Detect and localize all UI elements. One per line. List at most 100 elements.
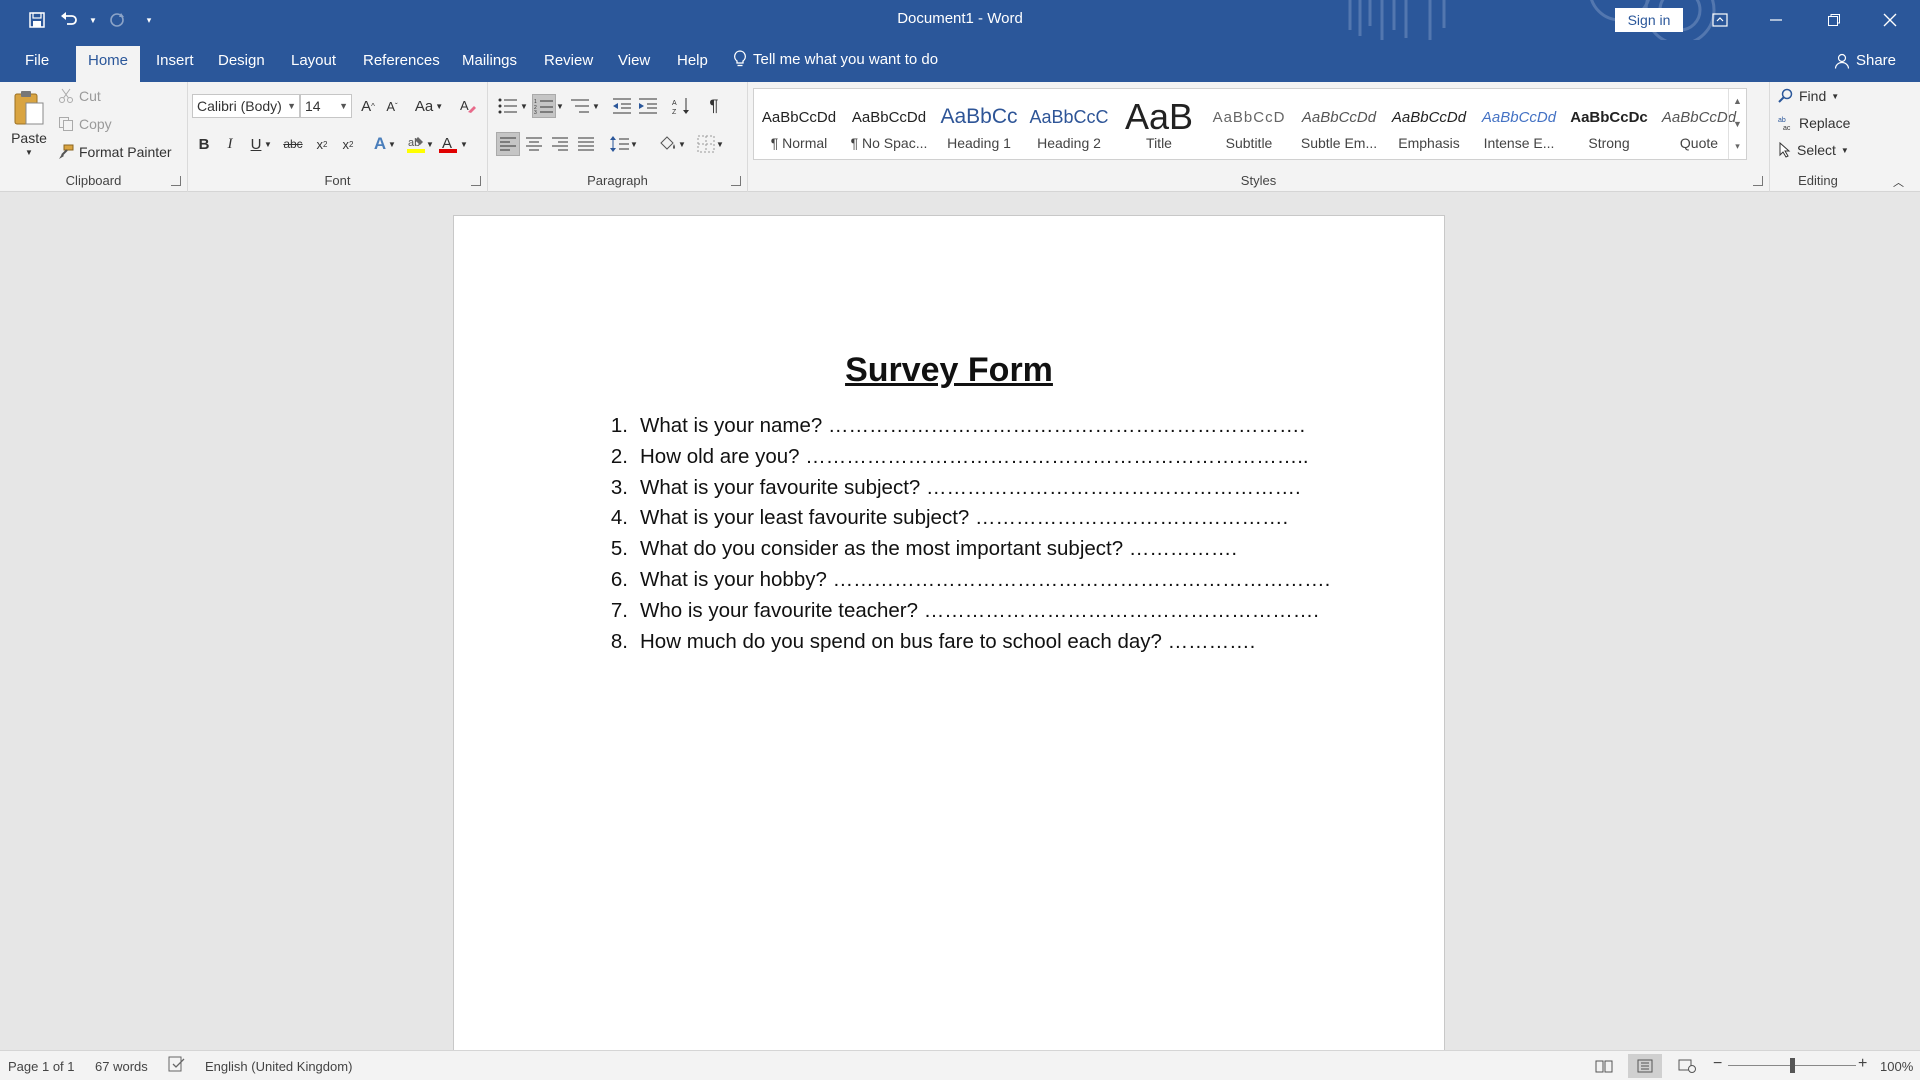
style-emphasis[interactable]: AaBbCcDd Emphasis <box>1384 89 1474 159</box>
style-intense-emphasis[interactable]: AaBbCcDd Intense E... <box>1474 89 1564 159</box>
text-effects-dropdown-icon[interactable]: ▼ <box>386 132 398 156</box>
style-subtitle[interactable]: AaBbCcD Subtitle <box>1204 89 1294 159</box>
read-mode-icon[interactable] <box>1587 1054 1621 1078</box>
paragraph-dialog-launcher[interactable] <box>731 176 741 186</box>
gallery-down-icon[interactable]: ▼ <box>1729 112 1746 135</box>
tab-home[interactable]: Home <box>76 46 141 82</box>
cut-button[interactable]: Cut <box>58 88 101 104</box>
status-bar: Page 1 of 1 67 words English (United Kin… <box>0 1050 1920 1080</box>
sort-icon[interactable]: AZ <box>670 94 694 118</box>
zoom-slider-thumb[interactable] <box>1790 1058 1795 1073</box>
tab-help[interactable]: Help <box>665 50 720 82</box>
font-dialog-launcher[interactable] <box>471 176 481 186</box>
font-name-combo[interactable]: Calibri (Body) ▼ <box>192 94 300 118</box>
decrease-indent-icon[interactable] <box>610 94 634 118</box>
clear-formatting-icon[interactable]: A <box>456 94 480 118</box>
list-item: 6. What is your hobby? ………………………………………………… <box>594 568 1330 599</box>
change-case-button[interactable]: Aa ▼ <box>412 94 446 118</box>
shrink-font-icon[interactable]: Aˇ <box>380 94 404 118</box>
borders-dropdown-icon[interactable]: ▼ <box>714 132 726 156</box>
replace-button[interactable]: ab ac Replace <box>1778 115 1850 131</box>
question-text: How much do you spend on bus fare to sch… <box>640 629 1256 653</box>
zoom-out-icon[interactable]: − <box>1713 1055 1722 1073</box>
zoom-in-icon[interactable]: + <box>1858 1055 1867 1073</box>
format-painter-button[interactable]: Format Painter <box>58 144 172 160</box>
style-heading-2[interactable]: AaBbCcC Heading 2 <box>1024 89 1114 159</box>
highlight-dropdown-icon[interactable]: ▼ <box>424 132 436 156</box>
copy-icon <box>58 116 74 132</box>
style-title[interactable]: AaB Title <box>1114 89 1204 159</box>
minimize-button[interactable] <box>1748 0 1804 40</box>
font-color-icon[interactable]: A <box>436 132 460 156</box>
numbering-icon[interactable]: 123 <box>532 94 556 118</box>
tab-insert[interactable]: Insert <box>144 50 206 82</box>
question-text: Who is your favourite teacher? ………………………… <box>640 598 1319 622</box>
bullets-icon[interactable] <box>496 94 520 118</box>
italic-icon[interactable]: I <box>218 132 242 156</box>
select-button[interactable]: Select ▼ <box>1778 142 1849 158</box>
subscript-icon[interactable]: x2 <box>310 132 334 156</box>
styles-dialog-launcher[interactable] <box>1753 176 1763 186</box>
ribbon-display-options-button[interactable] <box>1692 0 1748 40</box>
print-layout-icon[interactable] <box>1628 1054 1662 1078</box>
magnifier-icon <box>1778 88 1794 104</box>
font-size-combo[interactable]: 14 ▼ <box>300 94 352 118</box>
styles-gallery: AaBbCcDd ¶ Normal AaBbCcDd ¶ No Spac... … <box>753 88 1747 160</box>
tab-mailings[interactable]: Mailings <box>450 50 529 82</box>
tell-me-search[interactable]: Tell me what you want to do <box>733 50 938 68</box>
document-canvas[interactable]: Survey Form 1. What is your name? …………………… <box>0 193 1920 1080</box>
find-button[interactable]: Find ▼ <box>1778 88 1839 104</box>
grow-font-icon[interactable]: A ^ <box>356 94 380 118</box>
sign-in-button[interactable]: Sign in <box>1615 8 1683 32</box>
style-heading-1[interactable]: AaBbCc Heading 1 <box>934 89 1024 159</box>
tab-layout[interactable]: Layout <box>279 50 348 82</box>
proofing-icon[interactable] <box>168 1056 186 1075</box>
font-name-dropdown-icon: ▼ <box>287 101 296 111</box>
style-normal[interactable]: AaBbCcDd ¶ Normal <box>754 89 844 159</box>
shading-dropdown-icon[interactable]: ▼ <box>676 132 688 156</box>
paste-button[interactable]: Paste ▼ <box>10 88 48 157</box>
web-layout-icon[interactable] <box>1670 1054 1704 1078</box>
multilevel-dropdown-icon[interactable]: ▼ <box>590 94 602 118</box>
page-count[interactable]: Page 1 of 1 <box>8 1059 75 1074</box>
word-count[interactable]: 67 words <box>95 1059 148 1074</box>
share-button[interactable]: Share <box>1834 52 1896 69</box>
language[interactable]: English (United Kingdom) <box>205 1059 352 1074</box>
gallery-more-icon[interactable]: ▾ <box>1729 135 1746 158</box>
align-center-icon[interactable] <box>522 132 546 156</box>
lightbulb-icon <box>733 50 747 68</box>
collapse-ribbon-icon[interactable]: ︿ <box>1893 174 1904 190</box>
multilevel-list-icon[interactable] <box>568 94 592 118</box>
align-right-icon[interactable] <box>548 132 572 156</box>
strikethrough-icon[interactable]: abc <box>278 132 308 156</box>
style-strong[interactable]: AaBbCcDc Strong <box>1564 89 1654 159</box>
document-page[interactable]: Survey Form 1. What is your name? …………………… <box>453 215 1445 1080</box>
tab-design[interactable]: Design <box>206 50 277 82</box>
style-subtle-emphasis[interactable]: AaBbCcDd Subtle Em... <box>1294 89 1384 159</box>
tab-references[interactable]: References <box>351 50 452 82</box>
increase-indent-icon[interactable] <box>636 94 660 118</box>
clipboard-dialog-launcher[interactable] <box>171 176 181 186</box>
style-sample: AaBbCcDd <box>851 108 927 126</box>
zoom-level[interactable]: 100% <box>1880 1059 1913 1074</box>
show-hide-formatting-icon[interactable]: ¶ <box>702 94 726 118</box>
font-color-dropdown-icon[interactable]: ▼ <box>458 132 470 156</box>
numbering-dropdown-icon[interactable]: ▼ <box>554 94 566 118</box>
superscript-icon[interactable]: x2 <box>336 132 360 156</box>
justify-icon[interactable] <box>574 132 598 156</box>
replace-label: Replace <box>1799 115 1851 131</box>
close-button[interactable] <box>1862 0 1918 40</box>
tab-review[interactable]: Review <box>532 50 605 82</box>
gallery-up-icon[interactable]: ▲ <box>1729 89 1746 112</box>
tab-file[interactable]: File <box>13 50 61 82</box>
restore-button[interactable] <box>1806 0 1862 40</box>
copy-button[interactable]: Copy <box>58 116 112 132</box>
style-no-spacing[interactable]: AaBbCcDd ¶ No Spac... <box>844 89 934 159</box>
bullets-dropdown-icon[interactable]: ▼ <box>518 94 530 118</box>
tab-view[interactable]: View <box>606 50 662 82</box>
underline-dropdown-icon[interactable]: ▼ <box>262 132 274 156</box>
line-spacing-dropdown-icon[interactable]: ▼ <box>628 132 640 156</box>
align-left-icon[interactable] <box>496 132 520 156</box>
copy-label: Copy <box>79 116 112 132</box>
bold-icon[interactable]: B <box>192 132 216 156</box>
